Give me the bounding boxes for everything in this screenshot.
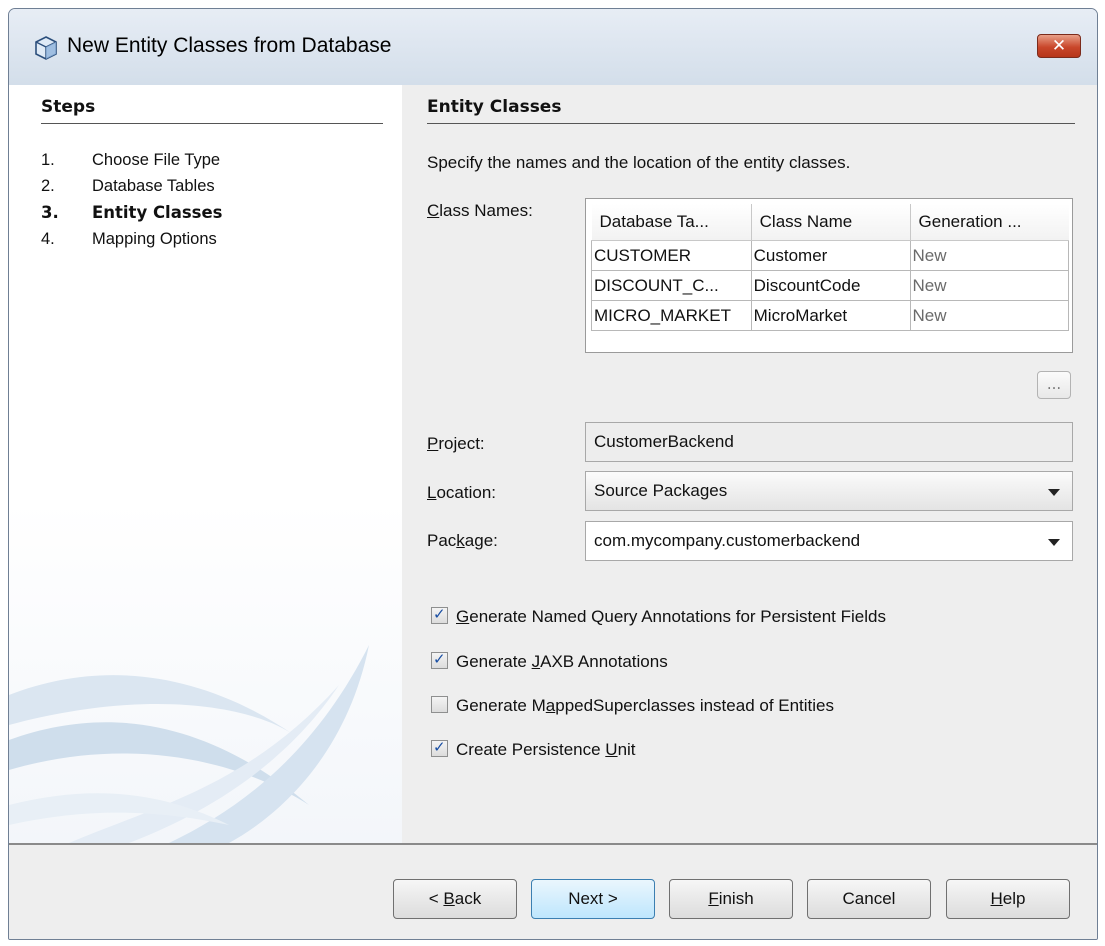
step-item: 4. Mapping Options: [41, 230, 217, 249]
step-label: Entity Classes: [92, 203, 223, 222]
content-panel: Entity Classes Specify the names and the…: [402, 85, 1097, 843]
step-number: 1.: [41, 151, 55, 169]
jaxb-annotations-checkbox[interactable]: Generate JAXB Annotations: [431, 650, 668, 672]
table-header-row: Database Ta... Class Name Generation ...: [591, 204, 1069, 241]
table-cell[interactable]: CUSTOMER: [591, 240, 752, 271]
description-text: Specify the names and the location of th…: [427, 153, 851, 172]
checkbox-unchecked-icon[interactable]: [431, 696, 448, 714]
project-field[interactable]: CustomerBackend: [585, 422, 1073, 462]
checkbox-checked-icon[interactable]: [431, 650, 448, 670]
column-header-generation[interactable]: Generation ...: [910, 204, 1069, 241]
title-bar[interactable]: New Entity Classes from Database ✕: [9, 9, 1097, 85]
table-row[interactable]: MICRO_MARKET MicroMarket New: [591, 300, 1070, 331]
table-cell[interactable]: DISCOUNT_C...: [591, 270, 752, 301]
table-cell[interactable]: DiscountCode: [750, 270, 911, 301]
steps-panel: Steps 1. Choose File Type 2. Database Tabl…: [9, 85, 402, 843]
button-bar: < Back Next > Finish Cancel Help: [9, 845, 1097, 939]
checkbox-checked-icon[interactable]: [431, 738, 448, 758]
step-number: 4.: [41, 230, 55, 248]
finish-button[interactable]: Finish: [669, 879, 793, 919]
section-heading: Entity Classes: [427, 97, 562, 117]
table-options-button[interactable]: ...: [1037, 371, 1071, 399]
package-value: com.mycompany.customerbackend: [594, 531, 861, 550]
close-button[interactable]: ✕: [1037, 34, 1081, 58]
table-cell[interactable]: MICRO_MARKET: [591, 300, 752, 331]
decorative-swirl-graphic: [9, 645, 369, 843]
back-button[interactable]: < Back: [393, 879, 517, 919]
project-label: Project:: [427, 434, 485, 453]
step-number: 3.: [41, 203, 59, 222]
section-divider: [427, 123, 1075, 124]
table-cell[interactable]: New: [909, 300, 1070, 331]
step-label: Database Tables: [92, 177, 215, 195]
class-names-label: Class Names:: [427, 201, 533, 220]
create-persistence-unit-checkbox[interactable]: Create Persistence Unit: [431, 738, 636, 760]
class-names-table[interactable]: Database Ta... Class Name Generation ...…: [585, 198, 1073, 353]
package-label: Package:: [427, 531, 498, 550]
package-combobox[interactable]: com.mycompany.customerbackend: [585, 521, 1073, 561]
table-cell[interactable]: Customer: [750, 240, 911, 271]
close-icon: ✕: [1051, 36, 1067, 56]
dropdown-arrow-icon[interactable]: [1048, 489, 1060, 496]
step-label: Mapping Options: [92, 230, 217, 248]
step-label: Choose File Type: [92, 151, 221, 169]
wizard-dialog: New Entity Classes from Database ✕ Steps…: [8, 8, 1098, 940]
dropdown-arrow-icon[interactable]: [1048, 539, 1060, 546]
table-row[interactable]: CUSTOMER Customer New: [591, 240, 1070, 271]
table-cell[interactable]: New: [909, 240, 1070, 271]
column-header-class-name[interactable]: Class Name: [751, 204, 911, 241]
location-value: Source Packages: [594, 481, 728, 500]
table-cell[interactable]: MicroMarket: [750, 300, 911, 331]
checkbox-checked-icon[interactable]: [431, 605, 448, 625]
steps-divider: [41, 123, 383, 124]
window-title: New Entity Classes from Database: [67, 34, 392, 57]
location-label: Location:: [427, 483, 497, 502]
steps-heading: Steps: [41, 97, 96, 117]
location-dropdown[interactable]: Source Packages: [585, 471, 1073, 511]
cancel-button[interactable]: Cancel: [807, 879, 931, 919]
table-cell[interactable]: New: [909, 270, 1070, 301]
netbeans-cube-icon: [35, 36, 57, 60]
mapped-superclasses-checkbox[interactable]: Generate MappedSuperclasses instead of E…: [431, 696, 834, 716]
column-header-database-table[interactable]: Database Ta...: [591, 204, 752, 241]
step-number: 2.: [41, 177, 55, 195]
table-row[interactable]: DISCOUNT_C... DiscountCode New: [591, 270, 1070, 301]
step-item: 1. Choose File Type: [41, 151, 220, 170]
named-query-annotations-checkbox[interactable]: Generate Named Query Annotations for Per…: [431, 605, 886, 627]
step-item: 2. Database Tables: [41, 177, 215, 196]
step-item-current: 3. Entity Classes: [41, 203, 223, 222]
next-button[interactable]: Next >: [531, 879, 655, 919]
help-button[interactable]: Help: [946, 879, 1070, 919]
